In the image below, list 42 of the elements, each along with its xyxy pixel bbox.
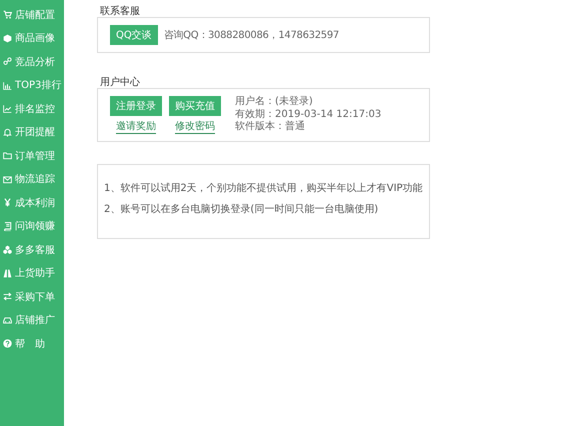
group-title: 用户中心 [99, 76, 141, 89]
cubes-icon [3, 245, 12, 254]
group-title: 联系客服 [99, 4, 141, 18]
envelope-icon [3, 174, 12, 184]
sidebar-item[interactable]: 成本利润 [0, 191, 64, 214]
line-chart-icon [3, 104, 12, 114]
action-button[interactable]: 注册登录 [110, 96, 162, 116]
sidebar-item[interactable]: 多多客服 [0, 238, 64, 262]
sidebar-item[interactable]: 帮 助 [0, 332, 64, 356]
sidebar-item[interactable]: TOP3排行 [0, 74, 64, 97]
swap-icon [3, 292, 12, 302]
sidebar-item[interactable]: 排名监控 [0, 97, 64, 120]
account-info: 软件版本：普通 [235, 121, 306, 134]
note-text: 2、账号可以在多台电脑切换登录(同一时间只能一台电脑使用) [104, 203, 380, 216]
book-icon [3, 222, 12, 231]
yen-icon [3, 198, 12, 208]
cart-icon [3, 10, 12, 20]
bell-icon [3, 128, 12, 137]
sidebar-item[interactable]: 物流追踪 [0, 168, 64, 191]
molecule-icon [3, 57, 12, 66]
contact-text: 咨询QQ：3088280086，1478632597 [164, 29, 339, 42]
sidebar-item[interactable]: 上货助手 [0, 262, 64, 285]
bar-chart-icon [3, 80, 12, 90]
account-info: 用户名：(未登录) [235, 96, 314, 108]
sidebar-item[interactable]: 竞品分析 [0, 50, 64, 74]
account-link[interactable]: 邀请奖励 [116, 121, 156, 134]
sidebar-item[interactable]: 开团提醒 [0, 120, 64, 144]
sidebar-item[interactable]: 店铺配置 [0, 3, 64, 26]
sidebar-item[interactable]: 订单管理 [0, 144, 64, 168]
sidebar-item[interactable]: 店铺推广 [0, 308, 64, 332]
qq-chat-button[interactable]: QQ交谈 [110, 25, 158, 45]
road-icon [3, 268, 12, 278]
action-button[interactable]: 购买充值 [169, 96, 221, 116]
account-link[interactable]: 修改密码 [175, 121, 215, 134]
sidebar-item[interactable]: 商品画像 [0, 26, 64, 50]
help-icon [3, 339, 12, 348]
sidebar-item[interactable]: 采购下单 [0, 285, 64, 308]
car-icon [3, 316, 12, 325]
note-text: 1、软件可以试用2天，个别功能不提供试用，购买半年以上才有VIP功能 [104, 182, 423, 195]
account-info: 有效期：2019-03-14 12:17:03 [235, 108, 382, 120]
folder-icon [3, 151, 12, 160]
sidebar-item[interactable]: 问询领赚 [0, 214, 64, 238]
